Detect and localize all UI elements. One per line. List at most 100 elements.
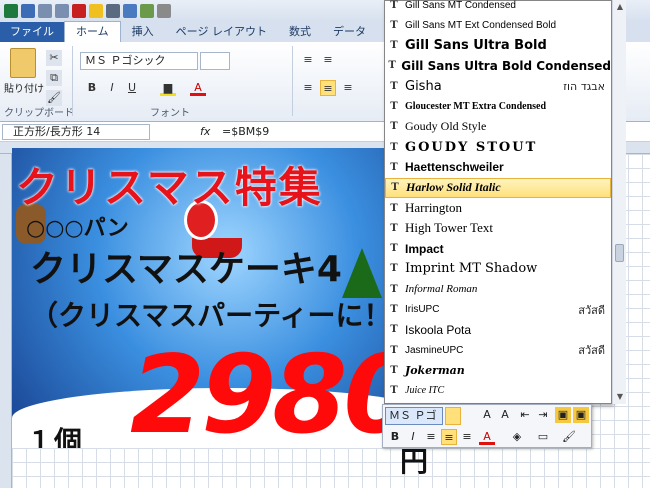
font-list-item[interactable]: T High Tower Text: [385, 218, 611, 238]
tab-data[interactable]: データ: [322, 22, 377, 42]
mini-fill-color-icon[interactable]: ◈: [509, 429, 525, 445]
mini-toolbar: ＭＳ Ｐゴ A A ⇤ ⇥ ▣ ▣ B I ≡ ≡ ≡ A ◈ ▭ 🖌: [382, 404, 592, 448]
fill-color-button[interactable]: ▆: [160, 80, 176, 96]
font-name-label: JasmineUPC: [405, 344, 464, 356]
copy-format-icon[interactable]: ▣: [555, 407, 571, 423]
truetype-icon: T: [388, 60, 396, 72]
mini-font-color-button[interactable]: A: [479, 429, 495, 445]
align-top-icon[interactable]: ≡: [300, 52, 316, 68]
font-name-label: Imprint MT Shadow: [405, 261, 538, 277]
font-name-label: Juice ITC: [405, 385, 445, 397]
font-list-item[interactable]: T Gill Sans Ultra Bold: [385, 36, 611, 56]
fill-color-icon[interactable]: [89, 4, 103, 18]
align-right-icon[interactable]: ≡: [340, 80, 356, 96]
truetype-icon: T: [390, 202, 398, 214]
align-left-icon[interactable]: ≡: [300, 80, 316, 96]
truetype-icon: T: [390, 222, 398, 234]
tab-home[interactable]: ホーム: [64, 21, 121, 42]
font-name-label: High Tower Text: [405, 220, 493, 236]
font-name-label: Gill Sans Ultra Bold: [405, 38, 547, 54]
font-color-button[interactable]: A: [190, 80, 206, 96]
truetype-icon: T: [390, 80, 398, 92]
underline-button[interactable]: U: [124, 80, 140, 96]
mini-italic-button[interactable]: I: [405, 429, 421, 445]
font-list-item[interactable]: T Gill Sans Ultra Bold Condensed: [385, 56, 611, 76]
font-color-icon[interactable]: [72, 4, 86, 18]
mini-align-center-icon[interactable]: ≡: [441, 429, 457, 445]
paste-icon[interactable]: [10, 48, 36, 78]
mini-font-combobox[interactable]: ＭＳ Ｐゴ: [385, 407, 443, 425]
macro-icon[interactable]: [140, 4, 154, 18]
font-name-label: Gisha: [405, 78, 442, 94]
tab-page-layout[interactable]: ページ レイアウト: [165, 22, 278, 42]
increase-indent-icon[interactable]: ⇥: [535, 407, 551, 423]
font-name-combobox[interactable]: ＭＳ Ｐゴシック: [80, 52, 198, 70]
copy-icon[interactable]: ⧉: [46, 70, 62, 86]
tab-insert[interactable]: 挿入: [121, 22, 165, 42]
cut-icon[interactable]: ✂: [46, 50, 62, 66]
mini-align-right-icon[interactable]: ≡: [459, 429, 475, 445]
scroll-up-icon[interactable]: ▲: [613, 0, 627, 14]
font-list-item[interactable]: T IrisUPC สวัสดี: [385, 300, 611, 320]
bold-button[interactable]: B: [84, 80, 100, 96]
font-list-item[interactable]: T Gisha אבגד הוז: [385, 76, 611, 96]
decrease-indent-icon[interactable]: ⇤: [517, 407, 533, 423]
truetype-icon: T: [390, 0, 398, 11]
tab-formulas[interactable]: 数式: [278, 22, 322, 42]
grow-font-icon[interactable]: A: [479, 407, 495, 423]
font-sample-label: אבגד הוז: [563, 79, 605, 93]
scroll-down-icon[interactable]: ▼: [613, 390, 627, 404]
paste-format-icon[interactable]: ▣: [573, 407, 589, 423]
truetype-icon: T: [390, 19, 398, 31]
font-size-combobox[interactable]: [200, 52, 230, 70]
fx-icon[interactable]: fx: [200, 125, 210, 138]
font-list-item[interactable]: T Goudy Old Style: [385, 117, 611, 137]
font-list-scrollbar[interactable]: ▲ ▼: [612, 0, 626, 404]
print-icon[interactable]: [157, 4, 171, 18]
font-list-item[interactable]: T JasmineUPC สวัสดี: [385, 340, 611, 360]
font-name-label: Gill Sans MT Condensed: [405, 0, 516, 11]
font-list-item[interactable]: T Harlow Solid Italic: [385, 177, 611, 198]
undo-icon[interactable]: [38, 4, 52, 18]
font-list-item[interactable]: T Iskoola Pota: [385, 320, 611, 340]
font-list-item[interactable]: T Gloucester MT Extra Condensed: [385, 97, 611, 117]
row-headers[interactable]: [0, 154, 12, 488]
font-name-label: Gill Sans MT Ext Condensed Bold: [405, 19, 557, 31]
mini-border-icon[interactable]: ▭: [535, 429, 551, 445]
scroll-thumb[interactable]: [615, 244, 624, 262]
font-list-item[interactable]: T Harrington: [385, 198, 611, 218]
font-list-item[interactable]: T Juice ITC: [385, 381, 611, 401]
font-sample-label: สวัสดี: [578, 344, 605, 358]
font-dropdown-list[interactable]: T Gill Sans MT Condensed T Gill Sans MT Ext…: [384, 0, 612, 404]
mini-bold-button[interactable]: B: [387, 429, 403, 445]
mini-font-size-combobox[interactable]: [445, 407, 461, 425]
poster-price: 2980: [130, 333, 419, 448]
font-name-label: Haettenschweiler: [405, 160, 504, 175]
sort-icon[interactable]: [123, 4, 137, 18]
tab-file[interactable]: ファイル: [0, 22, 64, 42]
christmas-poster-shape[interactable]: クリスマス特集 ○○○パン クリスマスケーキ4 （クリスマスパーティーに！ 29…: [12, 148, 442, 448]
shrink-font-icon[interactable]: A: [497, 407, 513, 423]
font-list-item[interactable]: T Impact: [385, 239, 611, 259]
name-box[interactable]: 正方形/長方形 14: [2, 124, 150, 140]
truetype-icon: T: [390, 364, 398, 376]
align-middle-icon[interactable]: ≡: [320, 52, 336, 68]
font-list-item[interactable]: T Gill Sans MT Ext Condensed Bold: [385, 15, 611, 35]
font-list-item[interactable]: T GOUDY STOUT: [385, 137, 611, 157]
mini-align-left-icon[interactable]: ≡: [423, 429, 439, 445]
redo-icon[interactable]: [55, 4, 69, 18]
font-list-item[interactable]: T Imprint MT Shadow: [385, 259, 611, 279]
truetype-icon: T: [390, 40, 398, 52]
font-list-item[interactable]: T Gill Sans MT Condensed: [385, 0, 611, 15]
paste-button-label[interactable]: 貼り付け: [4, 80, 44, 95]
font-list-item[interactable]: T Informal Roman: [385, 279, 611, 299]
save-icon[interactable]: [21, 4, 35, 18]
border-icon[interactable]: [106, 4, 120, 18]
font-list-item[interactable]: T Haettenschweiler: [385, 157, 611, 177]
mini-format-painter-icon[interactable]: 🖌: [561, 429, 577, 445]
align-center-icon[interactable]: ≡: [320, 80, 336, 96]
font-sample-label: สวัสดี: [578, 303, 605, 317]
italic-button[interactable]: I: [104, 80, 120, 96]
formula-input[interactable]: =$BM$9: [222, 125, 269, 138]
font-list-item[interactable]: T Jokerman: [385, 360, 611, 380]
